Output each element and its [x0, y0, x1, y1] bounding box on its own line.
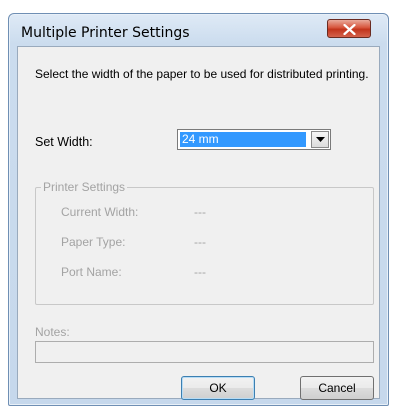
description-text: Select the width of the paper to be used… [35, 67, 369, 81]
cancel-button[interactable]: Cancel [300, 376, 374, 400]
current-width-value: --- [194, 205, 206, 219]
port-name-value: --- [194, 265, 206, 279]
chevron-down-icon [316, 137, 325, 142]
paper-type-value: --- [194, 235, 206, 249]
dropdown-button[interactable] [311, 131, 329, 148]
close-button[interactable] [327, 19, 371, 38]
current-width-label: Current Width: [61, 205, 139, 219]
notes-label: Notes: [35, 325, 70, 339]
notes-field[interactable] [35, 341, 374, 363]
dialog-window: Multiple Printer Settings Select the wid… [8, 13, 389, 406]
set-width-dropdown[interactable]: 24 mm [177, 129, 331, 150]
printer-settings-group: Printer Settings Current Width: --- Pape… [35, 180, 374, 305]
set-width-label: Set Width: [35, 135, 93, 149]
port-name-label: Port Name: [61, 265, 122, 279]
dialog-content: Select the width of the paper to be used… [17, 46, 380, 400]
paper-type-label: Paper Type: [61, 235, 126, 249]
set-width-selected-value: 24 mm [180, 132, 306, 147]
close-icon [343, 24, 356, 35]
window-title: Multiple Printer Settings [21, 25, 190, 41]
ok-button[interactable]: OK [181, 376, 255, 400]
printer-settings-legend: Printer Settings [41, 180, 128, 194]
